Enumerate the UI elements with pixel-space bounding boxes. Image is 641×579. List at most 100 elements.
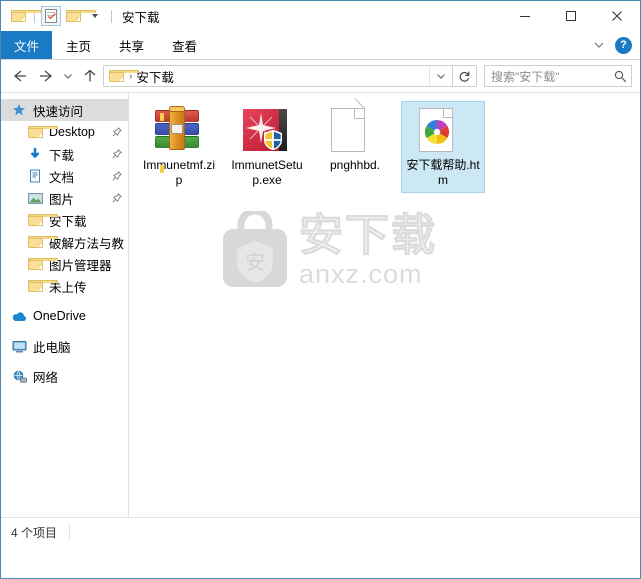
file-name-label: pnghhbd. [329, 158, 381, 172]
window-controls [502, 1, 640, 31]
watermark-text: 安下载 anxz.com [298, 211, 437, 289]
sidebar-item-desktop[interactable]: Desktop [1, 121, 128, 143]
sidebar-item-label: 此电脑 [33, 340, 71, 355]
breadcrumb-folder-icon [109, 70, 139, 82]
sidebar-item-label: 网络 [33, 370, 59, 385]
ribbon-tab-bar: 文件 主页 共享 查看 ? [1, 31, 640, 59]
check-glyph [48, 13, 56, 20]
star-icon [11, 102, 27, 118]
ribbon-actions: ? [593, 31, 632, 59]
sidebar-item-this-pc[interactable]: 此电脑 [1, 335, 128, 357]
folder-icon[interactable] [8, 6, 41, 26]
documents-icon [27, 168, 43, 184]
address-dropdown-icon[interactable] [429, 66, 452, 86]
search-box[interactable]: 搜索"安下载" [484, 65, 632, 87]
help-icon[interactable]: ? [615, 36, 632, 54]
window-title: 安下载 [122, 10, 160, 25]
breadcrumb-path[interactable]: 安下载 [136, 67, 174, 86]
sidebar-item-downloads[interactable]: 下载 [1, 143, 128, 165]
sidebar-item-label: 图片 [49, 192, 75, 207]
download-icon [27, 146, 43, 162]
tab-file[interactable]: 文件 [1, 31, 53, 59]
sidebar-item-label: 破解方法与教 [49, 236, 125, 251]
file-name-label: 安下载帮助.htm [406, 158, 480, 187]
blank-document-icon [331, 98, 379, 154]
sidebar-item-quick-access[interactable]: 快速访问 [1, 99, 128, 121]
ribbon-tabs: 文件 主页 共享 查看 [1, 31, 211, 59]
pinwheel-glyph [424, 120, 450, 144]
forward-button[interactable] [33, 63, 59, 89]
watermark-logo-icon: 安 [223, 211, 287, 287]
sidebar-item-anxiazai[interactable]: 安下载 [1, 209, 128, 231]
pin-icon[interactable] [112, 127, 122, 137]
file-item-exe[interactable]: ImmunetSetup.exe [225, 101, 309, 193]
sidebar-item-label: 快速访问 [33, 104, 84, 119]
file-list-pane[interactable]: Immunetmf.zip ImmunetSetup.exe pnghhbd. … [129, 93, 640, 517]
sidebar-item-label: 图片管理器 [49, 258, 112, 273]
file-item-blank-document[interactable]: pnghhbd. [313, 98, 397, 193]
watermark-brand: 安下载 [298, 211, 437, 260]
up-button[interactable] [77, 63, 103, 89]
sidebar-item-label: 下载 [49, 148, 75, 163]
close-button[interactable] [594, 1, 640, 31]
folder-icon [27, 256, 58, 272]
toolbar-divider-2 [111, 9, 112, 23]
chevron-down-icon[interactable] [85, 6, 105, 26]
breadcrumb[interactable]: › 安下载 [103, 65, 453, 87]
watermark-site: anxz.com [299, 259, 423, 289]
main-area: 快速访问 Desktop 下载 文档 图片 安下载 破解方法与教 图片管理器 未… [1, 92, 640, 517]
folder-icon [27, 234, 58, 250]
status-item-count: 4 个项目 [11, 525, 58, 540]
folder-icon [27, 212, 58, 228]
tab-home[interactable]: 主页 [52, 31, 105, 59]
status-bar: 4 个项目 [1, 517, 640, 546]
watermark: 安 安下载 anxz.com [219, 211, 437, 291]
watermark-logo-char: 安 [245, 251, 265, 274]
sidebar-item-network[interactable]: 网络 [1, 365, 128, 387]
html-document-icon [419, 106, 467, 154]
pictures-icon [27, 190, 43, 206]
shield-glyph [264, 129, 282, 151]
properties-icon[interactable] [41, 6, 61, 26]
minimize-button[interactable] [502, 1, 548, 31]
back-button[interactable] [7, 63, 33, 89]
onedrive-icon [11, 308, 27, 324]
pin-icon[interactable] [112, 171, 122, 181]
sidebar-item-picture-manager[interactable]: 图片管理器 [1, 253, 128, 275]
file-item-html-document[interactable]: 安下载帮助.htm [401, 101, 485, 193]
sidebar-item-pictures[interactable]: 图片 [1, 187, 128, 209]
sidebar-item-crack-methods[interactable]: 破解方法与教 [1, 231, 128, 253]
quick-access-toolbar [1, 6, 116, 26]
status-divider [69, 524, 71, 540]
maximize-button[interactable] [548, 1, 594, 31]
sidebar-item-label: OneDrive [33, 309, 86, 323]
network-icon [11, 368, 27, 384]
chevron-down-icon[interactable] [593, 39, 605, 51]
folder-icon [27, 124, 58, 140]
tab-view[interactable]: 查看 [158, 31, 211, 59]
file-icon-grid: Immunetmf.zip ImmunetSetup.exe pnghhbd. … [129, 93, 640, 199]
folder-icon [27, 278, 58, 294]
pin-icon[interactable] [112, 193, 122, 203]
file-name-label: Immunetmf.zip [142, 158, 215, 187]
title-bar: 安下载 [1, 1, 640, 31]
new-folder-icon[interactable] [63, 6, 96, 26]
refresh-button[interactable] [453, 65, 477, 87]
file-name-label: ImmunetSetup.exe [231, 158, 303, 187]
sidebar-item-not-uploaded[interactable]: 未上传 [1, 275, 128, 297]
recent-locations-icon[interactable] [59, 63, 77, 89]
tab-share[interactable]: 共享 [105, 31, 158, 59]
sidebar-item-onedrive[interactable]: OneDrive [1, 305, 128, 327]
file-explorer-window: 安下载 文件 主页 共享 查看 ? › 安下载 搜索"安下载" 快速访问 Des… [0, 0, 641, 579]
file-item-zip[interactable]: Immunetmf.zip [137, 101, 221, 193]
zip-archive-icon [155, 106, 203, 173]
search-input[interactable]: 搜索"安下载" [491, 68, 614, 85]
executable-icon [243, 106, 291, 154]
pin-icon[interactable] [112, 149, 122, 159]
this-pc-icon [11, 338, 27, 354]
search-icon[interactable] [614, 70, 627, 83]
navigation-pane: 快速访问 Desktop 下载 文档 图片 安下载 破解方法与教 图片管理器 未… [1, 93, 129, 517]
address-bar: › 安下载 搜索"安下载" [1, 60, 640, 92]
sidebar-item-label: 文档 [49, 170, 75, 185]
sidebar-item-documents[interactable]: 文档 [1, 165, 128, 187]
